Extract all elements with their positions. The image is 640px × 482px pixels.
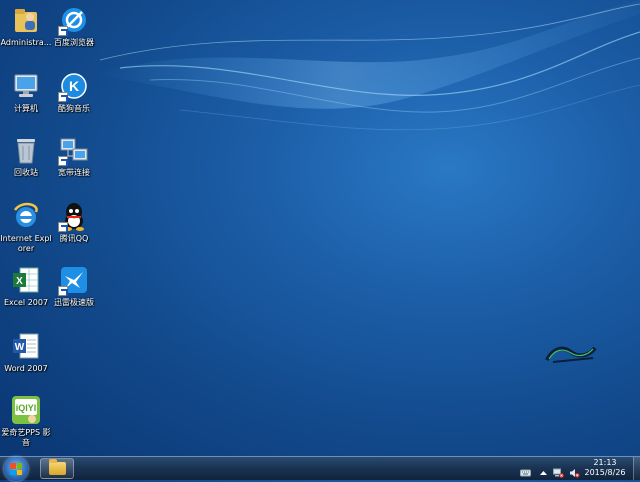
desktop-icon-kugou[interactable]: K 酷狗音乐 — [48, 70, 100, 114]
desktop-icon-label: Internet Explorer — [0, 234, 52, 253]
show-desktop-button[interactable] — [633, 457, 640, 480]
volume-muted-icon[interactable] — [569, 463, 580, 478]
internet-explorer-icon — [10, 200, 42, 232]
shortcut-arrow-icon — [58, 26, 68, 36]
desktop-icon-label: Word 2007 — [4, 364, 48, 373]
svg-text:iQIYI: iQIYI — [16, 403, 37, 413]
desktop-icon-iqiyi-pps[interactable]: iQIYI 爱奇艺PPS 影音 — [0, 394, 52, 448]
desktop-icon-label: 爱奇艺PPS 影音 — [1, 428, 51, 447]
desktop-icon-label: 迅雷极速版 — [54, 298, 94, 307]
desktop-icon-baidu-browser[interactable]: 百度浏览器 — [48, 4, 100, 48]
desktop-icon-qq[interactable]: 腾讯QQ — [48, 200, 100, 244]
windows-start-icon — [10, 463, 22, 475]
shortcut-arrow-icon — [58, 156, 68, 166]
desktop-icon-recycle-bin[interactable]: 回收站 — [0, 134, 52, 178]
excel-icon: X — [10, 264, 42, 296]
baidu-browser-icon — [58, 4, 90, 36]
clock-time: 21:13 — [593, 458, 617, 467]
svg-text:X: X — [16, 276, 23, 287]
desktop-icon-computer[interactable]: 计算机 — [0, 70, 52, 114]
desktop-icon-label: 宽带连接 — [58, 168, 90, 177]
clock-date: 2015/8/26 — [584, 468, 626, 477]
desktop-icon-broadband[interactable]: 宽带连接 — [48, 134, 100, 178]
show-hidden-icons-icon[interactable] — [538, 463, 549, 475]
svg-text:W: W — [15, 342, 25, 353]
desktop-icon-excel[interactable]: X Excel 2007 — [0, 264, 52, 308]
iqiyi-pps-icon: iQIYI — [10, 394, 42, 426]
shortcut-arrow-icon — [58, 286, 68, 296]
desktop-icon-label: Excel 2007 — [3, 298, 49, 307]
desktop-icon-administrator[interactable]: Administra... — [0, 4, 52, 48]
file-explorer-icon — [49, 459, 66, 475]
broadband-connection-icon — [58, 134, 90, 166]
desktop-icon-label: 计算机 — [14, 104, 38, 113]
desktop-icon-label: 酷狗音乐 — [58, 104, 90, 113]
desktop-icon-word[interactable]: W Word 2007 — [0, 330, 52, 374]
taskbar: 21:13 2015/8/26 — [0, 456, 640, 481]
keyboard-icon[interactable] — [520, 463, 531, 477]
svg-text:K: K — [69, 78, 79, 94]
wallpaper-logo-icon — [543, 342, 599, 366]
word-icon: W — [10, 330, 42, 362]
desktop-icon-label: 回收站 — [14, 168, 38, 177]
start-button[interactable] — [4, 457, 28, 481]
system-clock[interactable]: 21:13 2015/8/26 — [580, 458, 630, 478]
desktop-icon-xunlei[interactable]: 迅雷极速版 — [48, 264, 100, 308]
desktop-icon-label: 百度浏览器 — [54, 38, 94, 47]
computer-icon — [10, 70, 42, 102]
xunlei-icon — [58, 264, 90, 296]
taskbar-file-explorer-button[interactable] — [40, 458, 74, 479]
shortcut-arrow-icon — [58, 92, 68, 102]
desktop-icon-label: Administra... — [0, 38, 52, 47]
user-folder-icon — [10, 4, 42, 36]
desktop-icon-internet-explorer[interactable]: Internet Explorer — [0, 200, 52, 254]
network-icon[interactable] — [553, 463, 564, 478]
kugou-music-icon: K — [58, 70, 90, 102]
shortcut-arrow-icon — [58, 222, 68, 232]
recycle-bin-icon — [10, 134, 42, 166]
desktop-icon-label: 腾讯QQ — [59, 234, 89, 243]
qq-icon — [58, 200, 90, 232]
